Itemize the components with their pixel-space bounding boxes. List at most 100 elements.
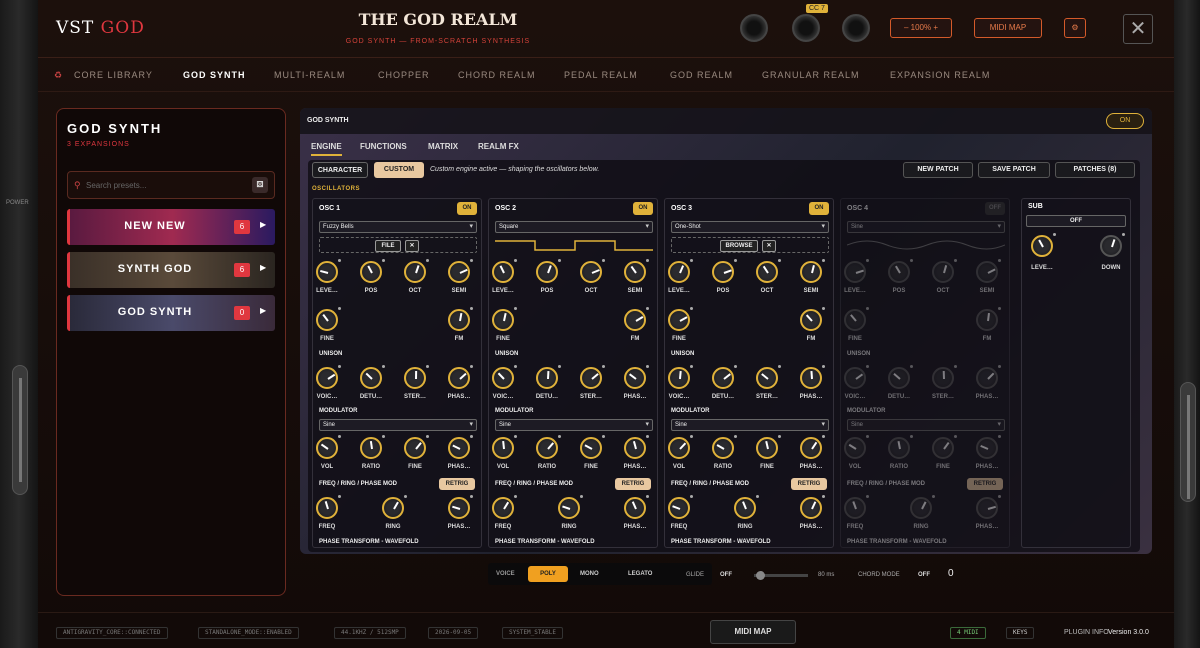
file-button[interactable]: BROWSE: [720, 240, 758, 252]
chord-toggle[interactable]: OFF: [918, 572, 930, 578]
mod-wave-select[interactable]: Sine: [671, 419, 829, 431]
play-icon[interactable]: ▶: [260, 306, 266, 315]
patches-dropdown[interactable]: PATCHES (8): [1055, 162, 1135, 178]
param-knob[interactable]: [448, 435, 473, 459]
param-knob[interactable]: [492, 307, 517, 331]
param-knob[interactable]: [404, 435, 429, 459]
param-knob[interactable]: [800, 435, 825, 459]
param-knob[interactable]: [316, 435, 341, 459]
file-button[interactable]: FILE: [375, 240, 401, 252]
param-knob[interactable]: [844, 365, 869, 389]
tab-functions[interactable]: FUNCTIONS: [360, 142, 407, 151]
tab-expansion-realm[interactable]: EXPANSION REALM: [890, 70, 990, 80]
param-knob[interactable]: [976, 495, 1001, 519]
param-knob[interactable]: [756, 259, 781, 283]
mono-button[interactable]: MONO: [580, 571, 599, 577]
param-knob[interactable]: [536, 365, 561, 389]
expansion-card[interactable]: GOD SYNTH 0 ▶: [67, 295, 275, 331]
glide-toggle[interactable]: OFF: [720, 572, 732, 578]
close-icon[interactable]: ✕: [405, 240, 419, 252]
param-knob[interactable]: [624, 365, 649, 389]
tab-chord-realm[interactable]: CHORD REALM: [458, 70, 536, 80]
macro-knob-2[interactable]: [792, 14, 820, 42]
param-knob[interactable]: [976, 435, 1001, 459]
param-knob[interactable]: [712, 365, 737, 389]
param-knob[interactable]: [800, 259, 825, 283]
tab-god-synth[interactable]: GOD SYNTH: [183, 70, 246, 80]
param-knob[interactable]: [844, 259, 869, 283]
glide-slider[interactable]: [754, 571, 808, 580]
param-knob[interactable]: [800, 365, 825, 389]
param-knob[interactable]: [624, 307, 649, 331]
wave-select[interactable]: Sine: [847, 221, 1005, 233]
param-knob[interactable]: [316, 259, 341, 283]
param-knob[interactable]: [492, 259, 517, 283]
osc-toggle[interactable]: OFF: [985, 202, 1005, 215]
tab-chopper[interactable]: CHOPPER: [378, 70, 430, 80]
param-knob[interactable]: [624, 259, 649, 283]
param-knob[interactable]: [536, 259, 561, 283]
param-knob[interactable]: [668, 259, 693, 283]
param-knob[interactable]: [844, 307, 869, 331]
legato-button[interactable]: LEGATO: [628, 571, 652, 577]
tab-god-realm[interactable]: GOD REALM: [670, 70, 733, 80]
param-knob[interactable]: [668, 435, 693, 459]
param-knob[interactable]: [976, 307, 1001, 331]
param-knob[interactable]: [668, 365, 693, 389]
param-knob[interactable]: [734, 495, 759, 519]
param-knob[interactable]: [756, 365, 781, 389]
custom-button[interactable]: CUSTOM: [374, 162, 424, 178]
param-knob[interactable]: [360, 259, 385, 283]
param-knob[interactable]: [932, 259, 957, 283]
sample-drop-zone[interactable]: BROWSE ✕: [671, 237, 829, 253]
param-knob[interactable]: [448, 365, 473, 389]
wave-select[interactable]: One-Shot: [671, 221, 829, 233]
right-fader[interactable]: [1180, 382, 1196, 502]
tab-multi-realm[interactable]: MULTI-REALM: [274, 70, 345, 80]
param-knob[interactable]: [404, 365, 429, 389]
retrig-button[interactable]: RETRIG: [967, 478, 1003, 490]
power-toggle[interactable]: ON: [1106, 113, 1144, 129]
sub-down-knob[interactable]: [1100, 233, 1125, 257]
osc-toggle[interactable]: ON: [809, 202, 829, 215]
param-knob[interactable]: [712, 435, 737, 459]
midi-map-button[interactable]: MIDI MAP: [974, 18, 1042, 38]
macro-knob-1[interactable]: [740, 14, 768, 42]
param-knob[interactable]: [756, 435, 781, 459]
retrig-button[interactable]: RETRIG: [791, 478, 827, 490]
param-knob[interactable]: [404, 259, 429, 283]
param-knob[interactable]: [382, 495, 407, 519]
param-knob[interactable]: [844, 495, 869, 519]
expansion-card[interactable]: SYNTH GOD 6 ▶: [67, 252, 275, 288]
plugin-info-link[interactable]: PLUGIN INFO: [1064, 629, 1109, 636]
param-knob[interactable]: [668, 307, 693, 331]
param-knob[interactable]: [448, 307, 473, 331]
param-knob[interactable]: [558, 495, 583, 519]
param-knob[interactable]: [580, 435, 605, 459]
param-knob[interactable]: [800, 307, 825, 331]
param-knob[interactable]: [800, 495, 825, 519]
mod-wave-select[interactable]: Sine: [495, 419, 653, 431]
midi-map-footer-button[interactable]: MIDI MAP: [710, 620, 796, 644]
param-knob[interactable]: [360, 435, 385, 459]
param-knob[interactable]: [976, 365, 1001, 389]
macro-knob-3[interactable]: [842, 14, 870, 42]
param-knob[interactable]: [360, 365, 385, 389]
param-knob[interactable]: [910, 495, 935, 519]
param-knob[interactable]: [624, 495, 649, 519]
osc-toggle[interactable]: ON: [633, 202, 653, 215]
poly-button[interactable]: POLY: [528, 566, 568, 582]
midi-indicator[interactable]: 4 MIDI: [950, 627, 986, 639]
param-knob[interactable]: [580, 365, 605, 389]
param-knob[interactable]: [932, 365, 957, 389]
random-dice-icon[interactable]: ⚄: [252, 177, 268, 193]
param-knob[interactable]: [668, 495, 693, 519]
param-knob[interactable]: [536, 435, 561, 459]
param-knob[interactable]: [932, 435, 957, 459]
param-knob[interactable]: [492, 435, 517, 459]
settings-icon[interactable]: ⚙: [1064, 18, 1086, 38]
mod-wave-select[interactable]: Sine: [847, 419, 1005, 431]
character-button[interactable]: CHARACTER: [312, 162, 368, 178]
sub-level-knob[interactable]: [1031, 233, 1056, 257]
param-knob[interactable]: [448, 259, 473, 283]
